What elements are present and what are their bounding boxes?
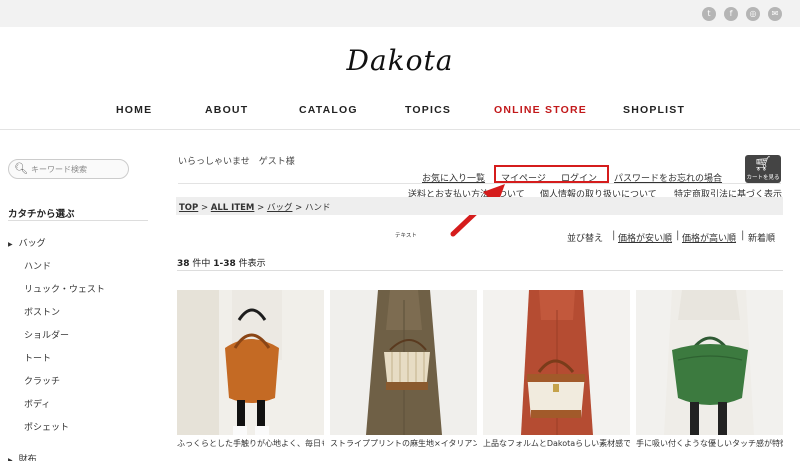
sidebar-item-body[interactable]: ボディ	[24, 397, 50, 410]
sidebar-item-label: 財布	[18, 455, 37, 461]
breadcrumb: TOP > ALL ITEM > バッグ > ハンド	[176, 197, 783, 215]
breadcrumb-sep: >	[198, 203, 211, 213]
nav-online-store[interactable]: ONLINE STORE	[494, 104, 587, 116]
tiny-text: テキスト	[395, 233, 417, 239]
product-photo[interactable]	[636, 290, 783, 435]
sidebar-item-bag[interactable]: ▶ バッグ	[8, 236, 46, 249]
breadcrumb-top[interactable]: TOP	[179, 203, 198, 213]
product-card[interactable]	[177, 290, 324, 435]
facebook-icon[interactable]: f	[724, 7, 738, 21]
sidebar-item-label: バッグ	[18, 239, 46, 249]
sort-price-high[interactable]: 価格が高い順	[682, 231, 736, 244]
sidebar-item-rucksack[interactable]: リュック・ウェスト	[24, 282, 105, 295]
product-caption[interactable]: 手に吸い付くような優しいタッチ感が特徴のデイリーユースバッグシリーズ。Dakot…	[636, 437, 783, 450]
nav-about[interactable]: ABOUT	[205, 104, 248, 116]
breadcrumb-all-item[interactable]: ALL ITEM	[211, 203, 255, 213]
product-photo[interactable]	[483, 290, 630, 435]
count-divider	[177, 270, 783, 271]
product-photo[interactable]	[330, 290, 477, 435]
product-photo[interactable]	[177, 290, 324, 435]
search-icon: 🔍︎	[14, 162, 28, 175]
product-card[interactable]	[483, 290, 630, 435]
category-divider	[8, 220, 148, 221]
sidebar-item-wallet[interactable]: ▶ 財布	[8, 452, 37, 461]
product-caption[interactable]: 上品なフォルムとDakotaらしい素材感で魅せるマニッシュで小ぶりな2wayハン…	[483, 437, 630, 450]
top-bar: t f ◎ ✉	[0, 0, 800, 27]
instagram-icon[interactable]: ◎	[746, 7, 760, 21]
product-caption[interactable]: ストライププリントの麻生地×イタリアンレザーで、サラリと持てるバッグ。Dakot…	[330, 437, 477, 450]
triangle-right-icon: ▶	[8, 457, 13, 461]
sidebar-item-tote[interactable]: トート	[24, 351, 51, 364]
sort-separator: |	[676, 230, 680, 241]
breadcrumb-current: ハンド	[304, 203, 331, 213]
product-caption[interactable]: ふっくらとした手触りが心地よく、毎日も持ち歩きたくなるバッグシリーズ。Dakot…	[177, 437, 324, 450]
nav-topics[interactable]: TOPICS	[405, 104, 451, 116]
sort-new[interactable]: 新着順	[748, 231, 775, 244]
cart-icon: 🛒︎	[754, 156, 772, 172]
result-count: 38 件中 1-38 件表示	[177, 259, 266, 269]
nav-shoplist[interactable]: SHOPLIST	[623, 104, 685, 116]
sort-label: 並び替え	[567, 234, 604, 244]
greeting: いらっしゃいませ ゲスト様	[178, 157, 295, 167]
breadcrumb-sep: >	[254, 203, 267, 213]
sort-price-low[interactable]: 価格が安い順	[618, 231, 672, 244]
sort-separator: |	[612, 230, 616, 241]
sidebar-item-pochette[interactable]: ポシェット	[24, 420, 69, 433]
sort-separator: |	[741, 230, 745, 241]
sidebar-item-shoulder[interactable]: ショルダー	[24, 328, 69, 341]
search-input[interactable]: 🔍︎ キーワード検索	[8, 159, 129, 179]
global-nav: HOME ABOUT CATALOG TOPICS ONLINE STORE S…	[0, 104, 800, 120]
sidebar-item-clutch[interactable]: クラッチ	[24, 374, 60, 387]
mail-icon[interactable]: ✉	[768, 7, 782, 21]
category-title: カタチから選ぶ	[8, 209, 75, 220]
product-card[interactable]	[636, 290, 783, 435]
sidebar-item-boston[interactable]: ボストン	[24, 305, 60, 318]
cart-label: カートを見る	[746, 175, 780, 181]
breadcrumb-bag[interactable]: バッグ	[267, 203, 293, 213]
brand-logo[interactable]: Dakota	[0, 44, 800, 77]
cart-button[interactable]: 🛒︎ カートを見る	[745, 155, 781, 183]
search-placeholder: キーワード検索	[31, 165, 87, 174]
breadcrumb-sep: >	[292, 203, 305, 213]
social-links: t f ◎ ✉	[702, 7, 782, 21]
twitter-icon[interactable]: t	[702, 7, 716, 21]
nav-divider	[0, 129, 800, 130]
nav-catalog[interactable]: CATALOG	[299, 104, 358, 116]
product-card[interactable]	[330, 290, 477, 435]
triangle-right-icon: ▶	[8, 241, 13, 248]
nav-home[interactable]: HOME	[116, 104, 152, 116]
highlight-box	[494, 165, 609, 183]
sidebar-item-hand[interactable]: ハンド	[24, 259, 51, 272]
